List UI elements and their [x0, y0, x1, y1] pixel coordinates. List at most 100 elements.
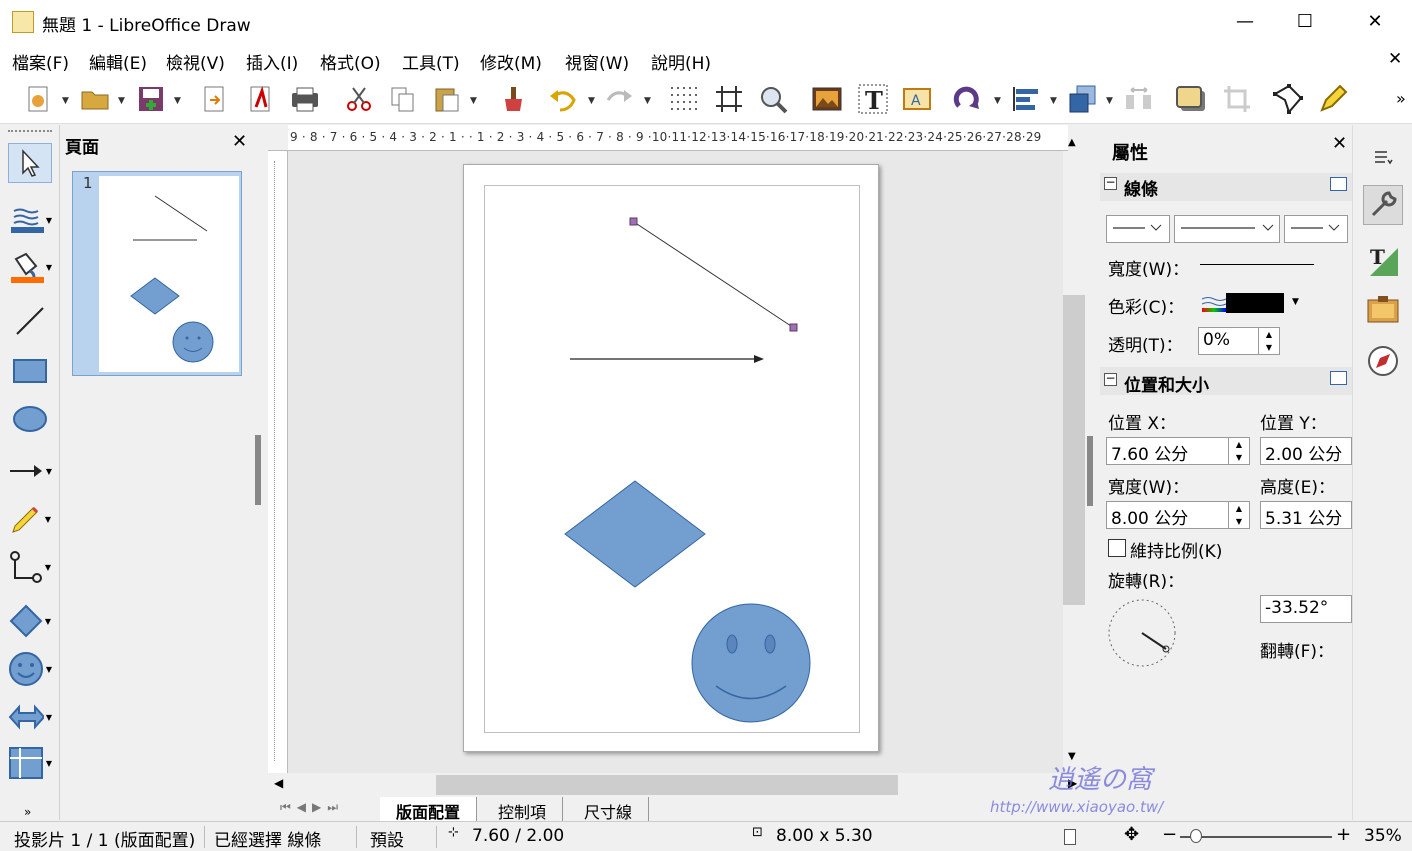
save-icon[interactable] — [134, 82, 168, 116]
close-icon[interactable]: ✕ — [1332, 133, 1347, 154]
gallery-deck-icon[interactable] — [1363, 289, 1403, 329]
flowchart-icon[interactable]: ▼ — [8, 743, 52, 783]
chevron-down-icon[interactable]: ▼ — [588, 96, 595, 106]
more-options-icon[interactable] — [1330, 371, 1347, 385]
menu-insert[interactable]: 插入(I) — [246, 49, 298, 74]
draw-functions-icon[interactable] — [1316, 82, 1350, 116]
horizontal-scrollbar[interactable]: ◀ ▶ — [268, 773, 1085, 797]
insert-image-icon[interactable] — [810, 82, 844, 116]
curve-tool-icon[interactable]: ▼ — [8, 499, 52, 539]
panel-collapse-handle[interactable] — [255, 435, 261, 505]
line-color-icon[interactable]: ▼ — [8, 200, 52, 240]
undo-icon[interactable] — [546, 82, 580, 116]
menu-file[interactable]: 檔案(F) — [12, 49, 69, 74]
vertical-scrollbar[interactable]: ▲ ▼ — [1063, 137, 1085, 773]
fill-color-icon[interactable]: ▼ — [8, 247, 52, 287]
menu-format[interactable]: 格式(O) — [320, 49, 381, 74]
height-field[interactable]: 5.31 公分 — [1260, 501, 1352, 529]
line-handle-end[interactable] — [789, 323, 798, 332]
line-color-swatch[interactable] — [1226, 293, 1284, 313]
tab-controls[interactable]: 控制項 — [482, 797, 564, 822]
clone-formatting-icon[interactable] — [496, 82, 530, 116]
collapse-icon[interactable]: − — [1104, 176, 1117, 190]
hscrollbar-thumb[interactable] — [436, 775, 898, 795]
zoom-out-icon[interactable]: − — [1162, 824, 1177, 845]
text-box-icon[interactable]: T — [856, 82, 890, 116]
drawing-canvas[interactable] — [288, 151, 1063, 773]
close-icon[interactable]: ✕ — [232, 131, 247, 152]
style-status[interactable]: 預設 — [370, 826, 404, 851]
rotation-field[interactable]: -33.52° — [1260, 595, 1352, 623]
block-arrows-icon[interactable]: ▼ — [8, 697, 52, 737]
scroll-left-icon[interactable]: ◀ — [274, 776, 283, 790]
align-objects-icon[interactable] — [1010, 82, 1044, 116]
basic-shapes-icon[interactable]: ▼ — [8, 601, 52, 641]
menu-help[interactable]: 說明(H) — [651, 49, 711, 74]
paste-icon[interactable] — [430, 82, 464, 116]
document-page[interactable] — [463, 164, 879, 752]
arrow-style-select[interactable] — [1284, 215, 1348, 243]
chevron-down-icon[interactable]: ▼ — [118, 96, 125, 106]
line-width-preview[interactable] — [1200, 264, 1314, 265]
vertical-ruler[interactable] — [268, 151, 288, 773]
position-size-section-header[interactable]: − 位置和大小 — [1100, 367, 1352, 396]
width-field[interactable]: 8.00 公分 — [1106, 501, 1230, 529]
tab-dimension-lines[interactable]: 尺寸線 — [568, 797, 650, 822]
chevron-down-icon[interactable]: ▼ — [470, 96, 477, 106]
navigator-deck-icon[interactable] — [1363, 341, 1403, 381]
chevron-down-icon[interactable]: ▼ — [1292, 297, 1299, 307]
chevron-down-icon[interactable]: ▼ — [62, 96, 69, 106]
close-window-button[interactable]: ✕ — [1352, 0, 1398, 44]
grid-icon[interactable] — [666, 82, 700, 116]
zoom-in-icon[interactable]: + — [1336, 824, 1351, 845]
transparency-field[interactable]: 0% — [1198, 327, 1260, 355]
sidebar-menu-icon[interactable] — [1363, 137, 1403, 177]
new-document-icon[interactable] — [22, 82, 56, 116]
position-y-field[interactable]: 2.00 公分 — [1260, 437, 1352, 465]
smiley-shape[interactable] — [691, 603, 811, 723]
toolbar-more-icon[interactable]: » — [24, 805, 31, 819]
zoom-level[interactable]: 35% — [1364, 826, 1402, 846]
shadow-icon[interactable] — [1174, 82, 1208, 116]
minimize-button[interactable]: — — [1222, 0, 1268, 44]
connector-tool-icon[interactable]: ▼ — [8, 547, 52, 587]
symbol-shapes-icon[interactable]: ▼ — [8, 649, 52, 689]
scroll-up-icon[interactable]: ▲ — [1068, 137, 1076, 148]
menu-edit[interactable]: 編輯(E) — [89, 49, 147, 74]
ellipse-tool-icon[interactable] — [8, 399, 52, 439]
menu-view[interactable]: 檢視(V) — [166, 49, 225, 74]
zoom-icon[interactable] — [756, 82, 790, 116]
page-thumbnail[interactable]: 1 — [72, 171, 242, 376]
scrollbar-thumb[interactable] — [1063, 295, 1085, 605]
chevron-down-icon[interactable]: ▼ — [994, 96, 1001, 106]
properties-deck-icon[interactable] — [1363, 185, 1403, 225]
points-icon[interactable] — [1270, 82, 1304, 116]
line-width-select[interactable] — [1174, 215, 1280, 243]
rotate-icon[interactable] — [950, 82, 984, 116]
fit-page-icon[interactable]: ✥ — [1124, 824, 1139, 845]
width-spinner[interactable]: ▲ ▼ — [1228, 501, 1250, 529]
line-handle-start[interactable] — [629, 217, 638, 226]
print-icon[interactable] — [288, 82, 322, 116]
rotation-dial[interactable] — [1104, 595, 1180, 675]
line-section-header[interactable]: − 線條 — [1100, 173, 1352, 201]
position-x-spinner[interactable]: ▲ ▼ — [1228, 437, 1250, 465]
rectangle-tool-icon[interactable] — [8, 351, 52, 391]
selected-line[interactable] — [633, 221, 795, 329]
export-icon[interactable] — [198, 82, 232, 116]
horizontal-ruler[interactable]: 9 · 8 · 7 · 6 · 5 · 4 · 3 · 2 · 1 · · 1 … — [268, 125, 1068, 151]
styles-deck-icon[interactable]: T — [1363, 241, 1403, 281]
transparency-spinner[interactable]: ▲ ▼ — [1258, 327, 1280, 355]
toolbar-handle[interactable] — [8, 130, 52, 133]
arrange-icon[interactable] — [1066, 82, 1100, 116]
menu-modify[interactable]: 修改(M) — [480, 49, 542, 74]
helplines-icon[interactable] — [712, 82, 746, 116]
select-arrow-icon[interactable] — [8, 143, 52, 183]
export-pdf-icon[interactable] — [244, 82, 278, 116]
more-options-icon[interactable] — [1330, 177, 1347, 191]
position-x-field[interactable]: 7.60 公分 — [1106, 437, 1230, 465]
line-style-select[interactable] — [1106, 215, 1170, 243]
copy-icon[interactable] — [386, 82, 420, 116]
chevron-down-icon[interactable]: ▼ — [1050, 96, 1057, 106]
chevron-down-icon[interactable]: ▼ — [174, 96, 181, 106]
